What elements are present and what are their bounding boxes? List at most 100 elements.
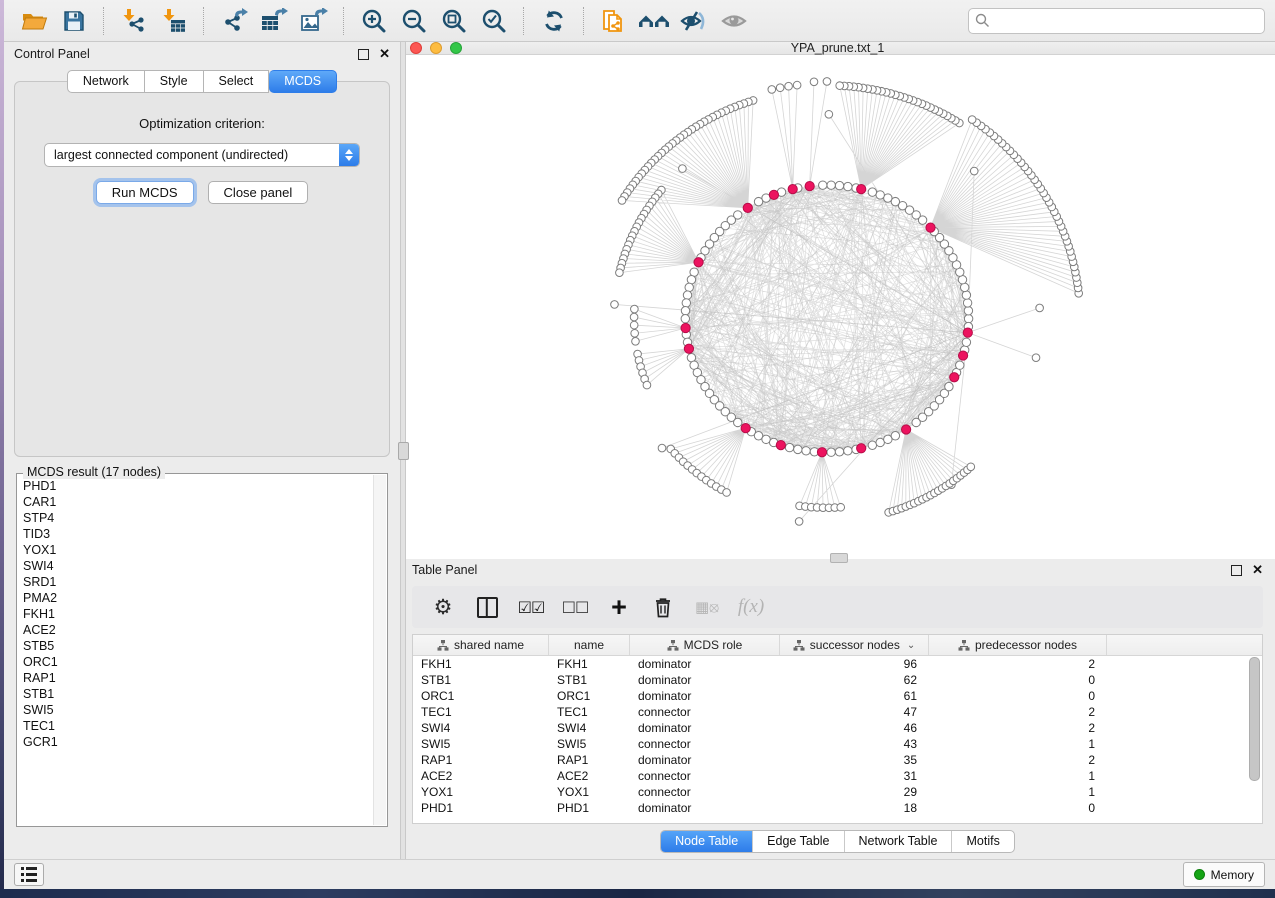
column-header-MCDS-role[interactable]: MCDS role: [630, 635, 780, 655]
zoom-out-icon: [401, 8, 427, 34]
close-table-panel-icon[interactable]: ✕: [1252, 565, 1263, 575]
table-row[interactable]: STB1STB1dominator620: [413, 672, 1262, 688]
table-settings-button[interactable]: ⚙: [428, 590, 458, 624]
float-panel-icon[interactable]: [358, 49, 369, 60]
zoom-in-button[interactable]: [357, 5, 391, 37]
cell-name: ORC1: [549, 689, 630, 703]
import-table-icon: [161, 8, 187, 34]
mcds-result-item[interactable]: RAP1: [23, 670, 373, 686]
tab-network-table[interactable]: Network Table: [844, 831, 952, 852]
mcds-result-item[interactable]: SWI5: [23, 702, 373, 718]
table-row[interactable]: SWI5SWI5connector431: [413, 736, 1262, 752]
zoom-out-button[interactable]: [397, 5, 431, 37]
column-header-predecessor-nodes[interactable]: predecessor nodes: [929, 635, 1107, 655]
tab-motifs[interactable]: Motifs: [951, 831, 1013, 852]
show-columns-button[interactable]: [472, 590, 502, 624]
table-body: FKH1FKH1dominator962STB1STB1dominator620…: [413, 656, 1262, 816]
table-row[interactable]: YOX1YOX1connector291: [413, 784, 1262, 800]
export-image-button[interactable]: [297, 5, 331, 37]
float-table-panel-icon[interactable]: [1231, 565, 1242, 576]
search-field[interactable]: [968, 8, 1265, 34]
save-session-button[interactable]: [57, 5, 91, 37]
mcds-list-scrollbar[interactable]: [373, 475, 386, 825]
mcds-result-item[interactable]: SWI4: [23, 558, 373, 574]
search-icon: [975, 13, 990, 28]
table-row[interactable]: SWI4SWI4dominator462: [413, 720, 1262, 736]
fx-icon: f(x): [738, 596, 764, 618]
horizontal-splitter-handle[interactable]: [830, 553, 848, 563]
import-network-icon: [121, 8, 147, 34]
network-canvas[interactable]: [400, 55, 1275, 559]
export-network-button[interactable]: [217, 5, 251, 37]
mcds-result-item[interactable]: SRD1: [23, 574, 373, 590]
tab-mcds[interactable]: MCDS: [269, 70, 337, 93]
column-header-successor-nodes[interactable]: successor nodes⌄: [780, 635, 929, 655]
cell-name: FKH1: [549, 657, 630, 671]
mcds-result-item[interactable]: STB5: [23, 638, 373, 654]
mcds-result-item[interactable]: TID3: [23, 526, 373, 542]
table-scrollbar[interactable]: [1250, 657, 1260, 821]
column-header-name[interactable]: name: [549, 635, 630, 655]
mcds-result-item[interactable]: STB1: [23, 686, 373, 702]
table-row[interactable]: ACE2ACE2connector311: [413, 768, 1262, 784]
mcds-result-item[interactable]: ACE2: [23, 622, 373, 638]
tab-style[interactable]: Style: [145, 70, 204, 93]
table-row[interactable]: FKH1FKH1dominator962: [413, 656, 1262, 672]
zoom-fit-button[interactable]: [437, 5, 471, 37]
close-panel-icon[interactable]: ✕: [379, 49, 390, 59]
table-row[interactable]: RAP1RAP1dominator352: [413, 752, 1262, 768]
zoom-selected-button[interactable]: [477, 5, 511, 37]
vertical-splitter[interactable]: [400, 42, 406, 859]
mcds-result-item[interactable]: STP4: [23, 510, 373, 526]
select-all-button[interactable]: ☑☑: [516, 590, 546, 624]
table-row[interactable]: ORC1ORC1dominator610: [413, 688, 1262, 704]
toolbar-separator: [343, 7, 345, 35]
cell-MCDS-role: dominator: [630, 657, 780, 671]
tab-edge-table[interactable]: Edge Table: [752, 831, 843, 852]
mcds-result-item[interactable]: ORC1: [23, 654, 373, 670]
close-panel-button[interactable]: Close panel: [208, 181, 309, 204]
clone-network-button[interactable]: [597, 5, 631, 37]
memory-button[interactable]: Memory: [1183, 862, 1265, 887]
search-input[interactable]: [990, 13, 1258, 29]
mcds-result-item[interactable]: PMA2: [23, 590, 373, 606]
mcds-result-item[interactable]: FKH1: [23, 606, 373, 622]
mcds-result-item[interactable]: PHD1: [23, 478, 373, 494]
export-table-icon: [260, 8, 288, 34]
mcds-result-item[interactable]: GCR1: [23, 734, 373, 750]
first-neighbors-button[interactable]: [637, 5, 671, 37]
delete-column-button[interactable]: [648, 590, 678, 624]
cell-successor-nodes: 35: [780, 753, 929, 767]
cell-MCDS-role: connector: [630, 769, 780, 783]
cell-successor-nodes: 18: [780, 801, 929, 815]
table-scrollbar-thumb[interactable]: [1249, 657, 1260, 781]
table-row[interactable]: TEC1TEC1connector472: [413, 704, 1262, 720]
optimization-criterion-select[interactable]: largest connected component (undirected): [44, 143, 360, 167]
deselect-all-button[interactable]: ☐☐: [560, 590, 590, 624]
open-session-button[interactable]: [17, 5, 51, 37]
hide-selected-button[interactable]: [677, 5, 711, 37]
add-column-button[interactable]: +: [604, 590, 634, 624]
show-all-button[interactable]: [717, 5, 751, 37]
export-table-button[interactable]: [257, 5, 291, 37]
table-row[interactable]: PHD1PHD1dominator180: [413, 800, 1262, 816]
tab-select[interactable]: Select: [204, 70, 270, 93]
toolbar-separator: [523, 7, 525, 35]
tab-node-table[interactable]: Node Table: [661, 831, 752, 852]
vertical-splitter-handle[interactable]: [398, 442, 409, 460]
import-network-button[interactable]: [117, 5, 151, 37]
tab-network[interactable]: Network: [67, 70, 145, 93]
cell-MCDS-role: connector: [630, 785, 780, 799]
run-mcds-button[interactable]: Run MCDS: [96, 181, 194, 204]
mcds-result-item[interactable]: YOX1: [23, 542, 373, 558]
delete-table-button: ▦⦻: [692, 590, 722, 624]
refresh-layout-button[interactable]: [537, 5, 571, 37]
mcds-result-item[interactable]: TEC1: [23, 718, 373, 734]
network-graph[interactable]: [400, 55, 1275, 559]
column-header-shared-name[interactable]: shared name: [413, 635, 549, 655]
task-history-button[interactable]: [14, 863, 44, 886]
cell-shared-name: PHD1: [413, 801, 549, 815]
import-table-button[interactable]: [157, 5, 191, 37]
mcds-result-item[interactable]: CAR1: [23, 494, 373, 510]
mcds-result-list[interactable]: PHD1CAR1STP4TID3YOX1SWI4SRD1PMA2FKH1ACE2…: [23, 478, 373, 824]
